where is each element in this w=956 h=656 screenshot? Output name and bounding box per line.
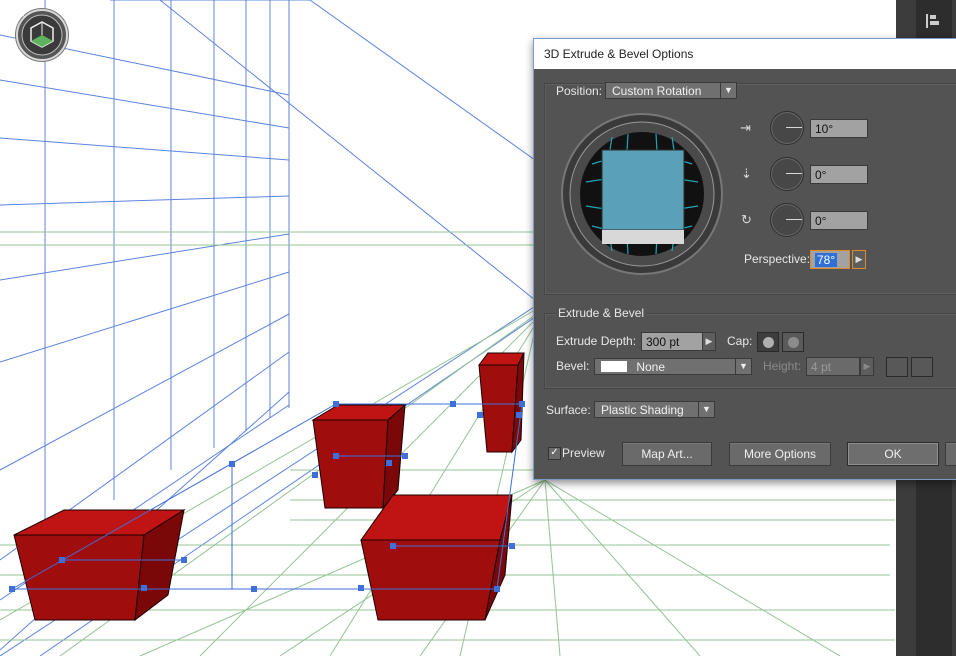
- position-value: Custom Rotation: [612, 84, 702, 98]
- extrude-bevel-dialog: 3D Extrude & Bevel Options Position: Cus…: [533, 38, 956, 480]
- surface-value: Plastic Shading: [601, 403, 684, 417]
- x-rotation-dial[interactable]: [770, 111, 804, 145]
- position-label: Position:: [556, 84, 603, 98]
- z-rotation-field[interactable]: 0°: [810, 211, 868, 230]
- cap-off-button[interactable]: [782, 332, 804, 352]
- bevel-dropdown[interactable]: None ▼: [594, 358, 752, 375]
- map-art-button[interactable]: Map Art...: [622, 442, 712, 466]
- dialog-titlebar[interactable]: 3D Extrude & Bevel Options: [534, 39, 956, 69]
- height-field[interactable]: 4 pt: [806, 357, 860, 376]
- chevron-down-icon: ▼: [735, 359, 751, 374]
- surface-dropdown[interactable]: Plastic Shading ▼: [594, 401, 715, 418]
- perspective-grid-widget-icon[interactable]: ×: [16, 9, 68, 61]
- z-rotation-dial[interactable]: [770, 203, 804, 237]
- chevron-down-icon: ▼: [720, 83, 736, 98]
- perspective-field[interactable]: 78°: [810, 250, 850, 269]
- ok-button[interactable]: OK: [847, 442, 939, 466]
- preview-checkbox[interactable]: ✓: [548, 447, 561, 460]
- cancel-button[interactable]: [945, 442, 956, 466]
- cap-label: Cap:: [727, 334, 753, 348]
- cap-on-button[interactable]: [757, 332, 779, 352]
- height-label: Height:: [763, 359, 802, 373]
- bevel-value: None: [636, 360, 666, 374]
- position-dropdown[interactable]: Custom Rotation ▼: [605, 82, 737, 99]
- more-options-button[interactable]: More Options: [729, 442, 831, 466]
- extrude-depth-field[interactable]: 300 pt: [641, 332, 703, 351]
- x-axis-rotate-icon: ⇥: [740, 120, 751, 135]
- chevron-down-icon: ▼: [698, 402, 714, 417]
- dialog-title: 3D Extrude & Bevel Options: [544, 47, 694, 61]
- y-rotation-dial[interactable]: [770, 157, 804, 191]
- preview-label: Preview: [562, 446, 605, 460]
- y-rotation-field[interactable]: 0°: [810, 165, 868, 184]
- bevel-in-button[interactable]: [911, 357, 933, 377]
- perspective-slider-button[interactable]: ▶: [852, 250, 866, 269]
- extruded-shape-1: [13, 508, 186, 622]
- height-slider-button[interactable]: ▶: [860, 357, 874, 376]
- bevel-label: Bevel:: [556, 359, 590, 373]
- y-axis-rotate-icon: ⇣: [741, 166, 752, 181]
- surface-label: Surface:: [546, 403, 591, 417]
- extrude-bevel-heading: Extrude & Bevel: [556, 306, 647, 320]
- extrude-bevel-group: [544, 313, 956, 389]
- z-axis-rotate-icon: ↻: [741, 212, 752, 227]
- extrude-depth-label: Extrude Depth:: [556, 334, 637, 348]
- x-rotation-field[interactable]: 10°: [810, 119, 868, 138]
- align-icon[interactable]: [926, 14, 940, 28]
- extruded-shape-3: [360, 494, 513, 621]
- bevel-swatch: [601, 361, 627, 372]
- bevel-out-button[interactable]: [886, 357, 908, 377]
- rotation-cube-track[interactable]: [556, 112, 732, 276]
- extrude-depth-slider-button[interactable]: ▶: [702, 332, 716, 351]
- perspective-label: Perspective:: [744, 252, 811, 266]
